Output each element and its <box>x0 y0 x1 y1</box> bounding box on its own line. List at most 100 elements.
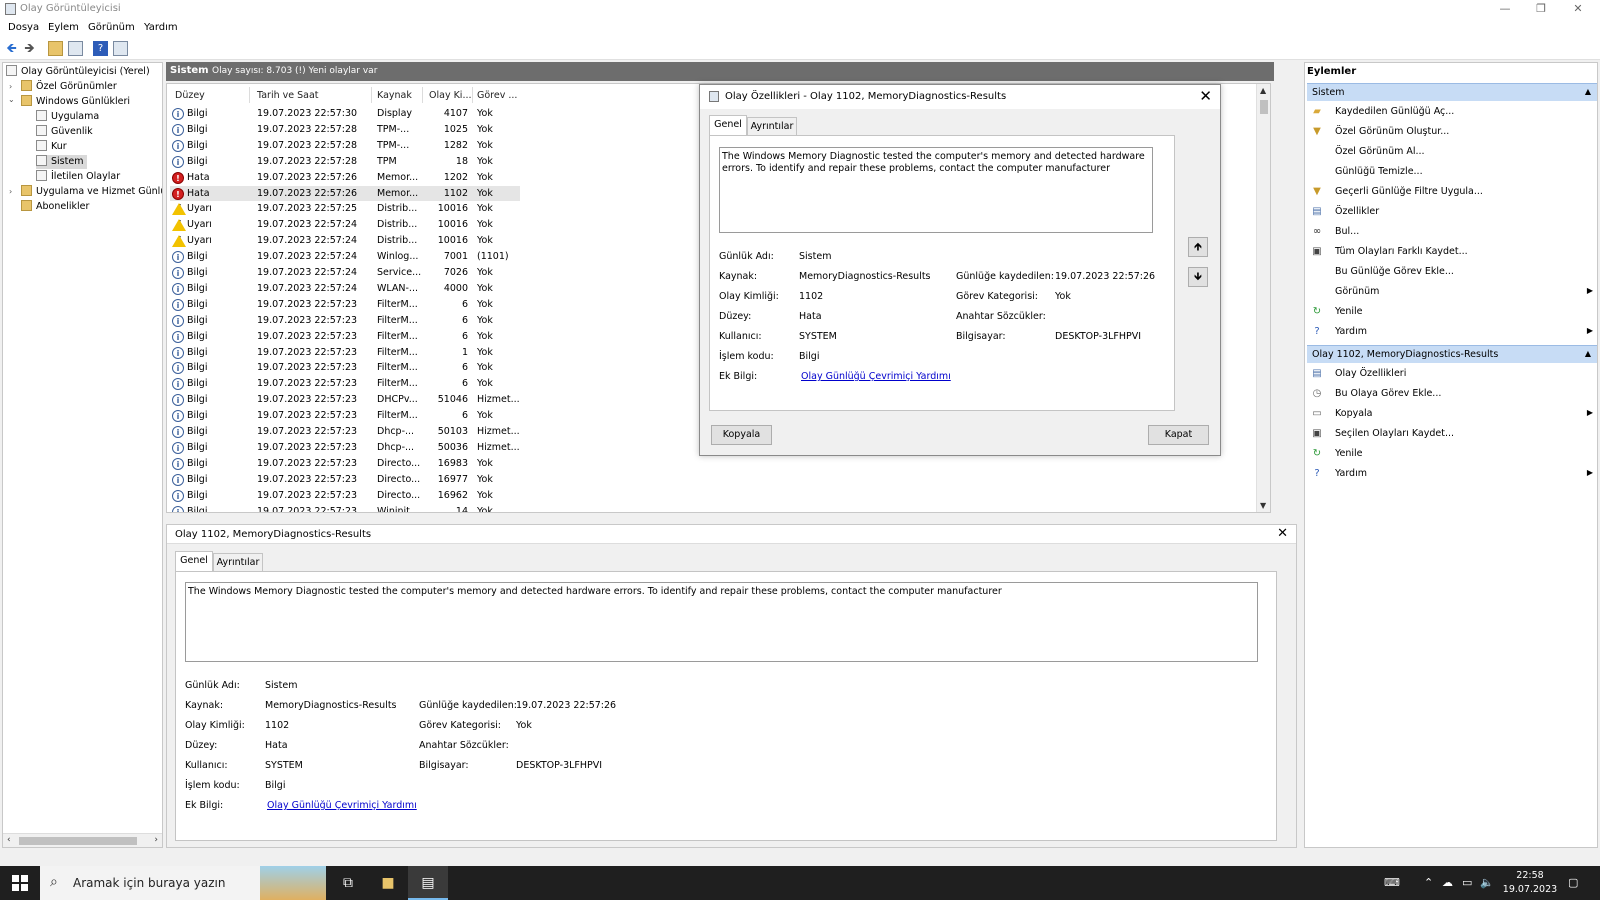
tree-item-setup[interactable]: Kur <box>36 140 67 154</box>
keyboard-icon[interactable]: ⌨ <box>1384 876 1400 889</box>
menu-file[interactable]: Dosya <box>8 22 39 33</box>
copy-button[interactable]: Kopyala <box>711 425 772 445</box>
chevron-right-icon[interactable]: › <box>9 82 12 91</box>
action-pane-icon[interactable] <box>113 41 128 56</box>
collapse-icon[interactable]: ▲ <box>1585 349 1591 358</box>
action-item[interactable]: ▰ Kaydedilen Günlüğü Aç... <box>1311 103 1597 121</box>
action-item[interactable]: ? Yardım ▶ <box>1311 323 1597 341</box>
chevron-right-icon[interactable]: › <box>9 187 12 196</box>
scroll-up-icon[interactable]: ▲ <box>1260 86 1266 95</box>
action-item[interactable]: Günlüğü Temizle... <box>1311 163 1597 181</box>
console-tree-icon[interactable] <box>68 41 83 56</box>
column-divider[interactable] <box>472 87 473 103</box>
menu-view[interactable]: Görünüm <box>88 22 135 33</box>
tab-details[interactable]: Ayrıntılar <box>747 117 797 136</box>
preview-event-description[interactable]: The Windows Memory Diagnostic tested the… <box>185 582 1258 662</box>
open-folder-icon[interactable] <box>48 41 63 56</box>
tree-item-event-viewer[interactable]: Olay Görüntüleyicisi (Yerel) <box>6 65 150 79</box>
action-item[interactable]: ▼ Özel Görünüm Oluştur... <box>1311 123 1597 141</box>
table-row[interactable]: i Bilgi 19.07.2023 22:57:24 WLAN-... 4000 Yok <box>170 281 520 296</box>
tab-general[interactable]: Genel <box>175 551 213 572</box>
table-row[interactable]: ! Uyarı 19.07.2023 22:57:24 Distrib... 10016… <box>170 233 520 248</box>
collapse-icon[interactable]: ▲ <box>1585 87 1591 96</box>
actions-section-event[interactable]: Olay 1102, MemoryDiagnostics-Results ▲ <box>1307 345 1597 363</box>
table-row[interactable]: i Bilgi 19.07.2023 22:57:23 FilterM... 1 Yok <box>170 345 520 360</box>
tab-details[interactable]: Ayrıntılar <box>213 553 263 572</box>
taskbar-search[interactable]: ⌕ Aramak için buraya yazın <box>40 866 326 900</box>
tree-item-forwarded-events[interactable]: İletilen Olaylar <box>36 170 120 184</box>
column-divider[interactable] <box>371 87 372 103</box>
task-view-icon[interactable]: ⧉ <box>328 866 368 900</box>
table-row[interactable]: i Bilgi 19.07.2023 22:57:23 Directo... 16962… <box>170 488 520 503</box>
table-row[interactable]: i Bilgi 19.07.2023 22:57:23 Directo... 16983… <box>170 456 520 471</box>
tree-item-system[interactable]: Sistem <box>36 155 88 169</box>
action-item[interactable]: ↻ Yenile <box>1311 445 1597 463</box>
table-row[interactable]: i Bilgi 19.07.2023 22:57:28 TPM 18 Yok <box>170 154 520 169</box>
system-clock[interactable]: 22:58 19.07.2023 <box>1500 869 1560 897</box>
action-item[interactable]: ∞ Bul... <box>1311 223 1597 241</box>
table-row[interactable]: i Bilgi 19.07.2023 22:57:23 FilterM... 6 Yok <box>170 329 520 344</box>
tree-item-subscriptions[interactable]: Abonelikler <box>21 200 89 214</box>
table-row[interactable]: i Bilgi 19.07.2023 22:57:23 DHCPv... 51046 Hi… <box>170 392 520 407</box>
column-header-date[interactable]: Tarih ve Saat <box>257 90 319 101</box>
close-dialog-button[interactable]: Kapat <box>1148 425 1209 445</box>
menu-action[interactable]: Eylem <box>48 22 79 33</box>
previous-event-button[interactable]: 🡹 <box>1188 237 1208 257</box>
action-item[interactable]: Bu Günlüğe Görev Ekle... <box>1311 263 1597 281</box>
horizontal-scrollbar[interactable]: ‹ › <box>3 833 162 847</box>
table-row[interactable]: i Bilgi 19.07.2023 22:57:23 Directo... 16977… <box>170 472 520 487</box>
actions-section-log[interactable]: Sistem ▲ <box>1307 83 1597 101</box>
event-description[interactable]: The Windows Memory Diagnostic tested the… <box>719 147 1153 233</box>
scroll-thumb[interactable] <box>1260 100 1268 114</box>
action-item[interactable]: Görünüm ▶ <box>1311 283 1597 301</box>
menu-help[interactable]: Yardım <box>144 22 178 33</box>
preview-close-icon[interactable]: ✕ <box>1277 526 1288 541</box>
action-item[interactable]: ▤ Özellikler <box>1311 203 1597 221</box>
action-item[interactable]: ▤ Olay Özellikleri <box>1311 365 1597 383</box>
table-row[interactable]: i Bilgi 19.07.2023 22:57:28 TPM-... 1025 Yok <box>170 122 520 137</box>
table-row[interactable]: i Bilgi 19.07.2023 22:57:30 Display 4107 Yok <box>170 106 520 121</box>
table-row[interactable]: i Bilgi 19.07.2023 22:57:23 FilterM... 6 Yok <box>170 313 520 328</box>
scroll-thumb[interactable] <box>19 837 137 845</box>
column-header-task[interactable]: Görev ... <box>477 90 517 101</box>
column-divider[interactable] <box>249 87 250 103</box>
table-row[interactable]: ! Hata 19.07.2023 22:57:26 Memor... 1202 Yok <box>170 170 520 185</box>
action-item[interactable]: ? Yardım ▶ <box>1311 465 1597 483</box>
tab-general[interactable]: Genel <box>709 115 747 136</box>
onedrive-icon[interactable]: ☁ <box>1442 876 1453 889</box>
column-divider[interactable] <box>422 87 423 103</box>
network-icon[interactable]: ▭ <box>1462 876 1472 889</box>
chevron-down-icon[interactable]: ⌄ <box>8 95 15 104</box>
table-row[interactable]: ! Uyarı 19.07.2023 22:57:25 Distrib... 10016… <box>170 201 520 216</box>
table-row[interactable]: i Bilgi 19.07.2023 22:57:23 Dhcp-... 50036 Hi… <box>170 440 520 455</box>
tree-item-application[interactable]: Uygulama <box>36 110 99 124</box>
column-header-source[interactable]: Kaynak <box>377 90 412 101</box>
back-arrow-icon[interactable]: 🡸 <box>4 41 19 56</box>
action-item[interactable]: Özel Görünüm Al... <box>1311 143 1597 161</box>
action-item[interactable]: ▼ Geçerli Günlüğe Filtre Uygula... <box>1311 183 1597 201</box>
column-header-level[interactable]: Düzey <box>175 90 205 101</box>
table-row[interactable]: ! Uyarı 19.07.2023 22:57:24 Distrib... 10016… <box>170 217 520 232</box>
table-row[interactable]: i Bilgi 19.07.2023 22:57:23 Dhcp-... 50103 Hi… <box>170 424 520 439</box>
scroll-left-icon[interactable]: ‹ <box>7 835 11 845</box>
scroll-down-icon[interactable]: ▼ <box>1260 501 1266 510</box>
action-item[interactable]: ◷ Bu Olaya Görev Ekle... <box>1311 385 1597 403</box>
minimize-button[interactable]: — <box>1490 1 1520 17</box>
forward-arrow-icon[interactable]: 🡺 <box>22 41 37 56</box>
table-row[interactable]: i Bilgi 19.07.2023 22:57:28 TPM-... 1282 Yok <box>170 138 520 153</box>
table-row[interactable]: i Bilgi 19.07.2023 22:57:24 Winlog... 7001 (1… <box>170 249 520 264</box>
tree-item-custom-views[interactable]: Özel Görünümler <box>21 80 117 94</box>
tree-item-security[interactable]: Güvenlik <box>36 125 93 139</box>
restore-button[interactable]: ❐ <box>1526 1 1556 17</box>
table-row[interactable]: i Bilgi 19.07.2023 22:57:23 Wininit 14 Yok <box>170 504 520 512</box>
action-item[interactable]: ▣ Seçilen Olayları Kaydet... <box>1311 425 1597 443</box>
table-row[interactable]: i Bilgi 19.07.2023 22:57:23 FilterM... 6 Yok <box>170 360 520 375</box>
next-event-button[interactable]: 🡻 <box>1188 267 1208 287</box>
scroll-right-icon[interactable]: › <box>154 835 158 845</box>
table-row[interactable]: ! Hata 19.07.2023 22:57:26 Memor... 1102 Yok <box>170 185 520 201</box>
action-item[interactable]: ▭ Kopyala ▶ <box>1311 405 1597 423</box>
dialog-close-icon[interactable]: ✕ <box>1199 87 1212 105</box>
online-help-link[interactable]: Olay Günlüğü Çevrimiçi Yardımı <box>801 371 951 382</box>
action-item[interactable]: ▣ Tüm Olayları Farklı Kaydet... <box>1311 243 1597 261</box>
tree-item-windows-logs[interactable]: Windows Günlükleri <box>21 95 130 109</box>
